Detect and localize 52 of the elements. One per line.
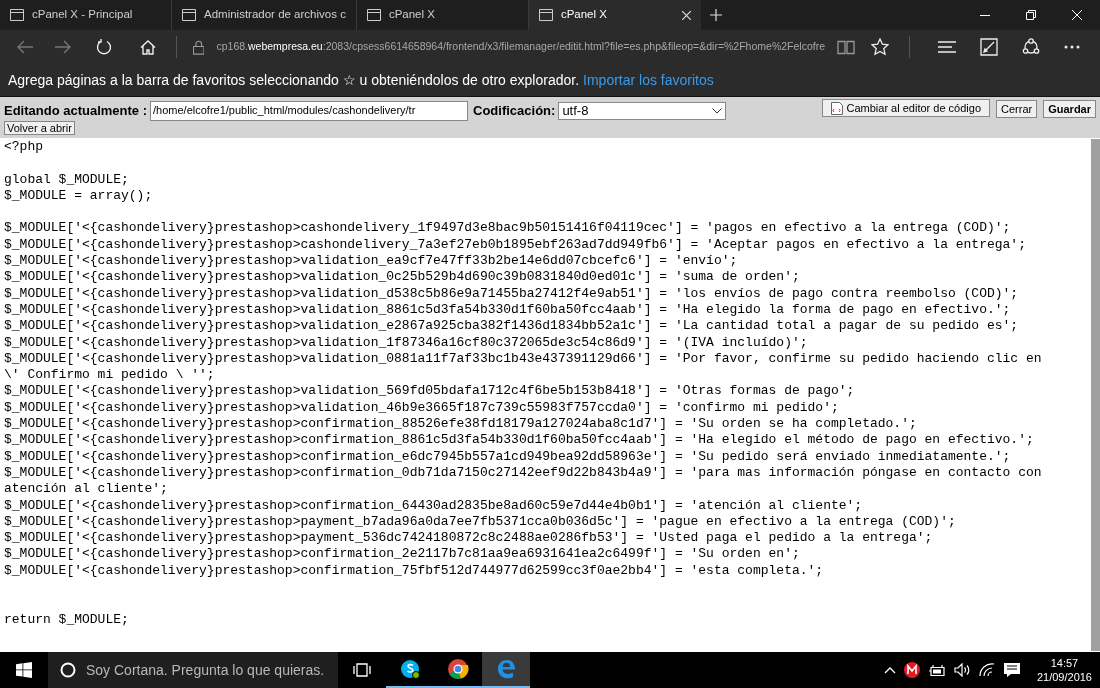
lock-icon (193, 39, 205, 55)
back-arrow-icon (17, 40, 33, 54)
task-view-icon (353, 663, 371, 677)
page-icon (182, 9, 196, 21)
taskbar-app-button[interactable] (482, 652, 530, 688)
clock-date[interactable]: 21/09/2016 (1036, 670, 1092, 684)
scrollbar[interactable] (1091, 139, 1100, 651)
close-editor-button[interactable]: Cerrar (996, 100, 1038, 118)
code-text-area[interactable]: <?php global $_MODULE; $_MODULE = array(); $_MODULE['<{cashondelivery}prestashop>cashondelivery_1f9497d3e8bac9b50151416f04119cec'] = 'pagos en efectivo a la entrega (COD)'; $_MODULE['<{cashondelivery}prestashop>cashondelivery_7a3ef27eb0b1895ebf263ad7dd949fb6'] = 'Aceptar pagos en efectivo a la entrega'; $_MODULE['<{cashondelivery}prestashop>validation_ea9cf7e47ff33b2be14e6dd07cbcefc6'] = 'envío'; $_MODULE['<{cashondelivery}prestashop>validation_0c25b529b4d690c39b0831840d0ed01c'] = 'suma de orden'; $_MODULE['<{cashondelivery}prestashop>validation_d538c5b86e9a71455ba27412f4e9ab51'] = 'los envíos de pago contra reembolso (COD)'; $_MODULE['<{cashondelivery}prestashop>validation_8861c5d3fa54b330d1f60ba50fcc4aab'] = 'Ha elegido la forma de pago en efectivo.'; $_MODULE['<{cashondelivery}prestashop>validation_e2867a925cba382f1436d1834bb52a1c'] = 'La cantidad total a pagar de su pedido es'; $_MODULE['<{cashondelivery}prestashop>validation_1f87346a16cf80c372065de3c54c86d9'] = '(IVA incluído)'; $_MODULE['<{cashondelivery}prestashop>validation_0881a11f7af33bc1b43e437391129d66'] = 'Por favor, confirme su pedido haciendo clic en \' Confirmo mi pedido \ ''; $_MODULE['<{cashondelivery}prestashop>validation_569fd05bdafa1712c4f6be5b153b8418'] = 'Otras formas de pago'; $_MODULE['<{cashondelivery}prestashop>validation_46b9e3665f187c739c55983f757ccda0'] = 'confirmo mi pedido'; $_MODULE['<{cashondelivery}prestashop>confirmation_88526efe38fd18179a127024aba8c1d7'] = 'Su orden se ha completado.'; $_MODULE['<{cashondelivery}prestashop>confirmation_8861c5d3fa54b330d1f60ba50fcc4aab'] = 'Ha elegido el método de pago en efectivo.'; $_MODULE['<{cashondelivery}prestashop>confirmation_e6dc7945b557a1cd949bea92dd58963e'] = 'Su pedido será enviado inmediatamente.'; $_MODULE['<{cashondelivery}prestashop>confirmation_0db71da7150c27142eef9d22b843b4a9'] = 'para mas información póngase en contacto con atención al cliente'; $_MODULE['<{cashondelivery}prestashop>confirmation_64430ad2835be8ad60c59e7d44e4b0b1'] = 'atención al cliente'; $_MODULE['<{cashondelivery}prestashop>payment_b7ada96a0da7ee7fb5371cca0b036d5c'] = 'pague en efectivo a la entrega (COD)'; $_MODULE['<{cashondelivery}prestashop>payment_536dc7424180872c8c2488ae0286fb53'] = 'Usted paga el pedido a la entrega'; $_MODULE['<{cashondelivery}prestashop>confirmation_2e2117b7c81aa9ea6931641ea2c6499f'] = 'Su orden en'; $_MODULE['<{cashondelivery}prestashop>confirmation_75fbf512d744977d62599cc3f0ae2bb4'] = 'esta completa.'; return $_MODULE; (0, 138, 1091, 652)
web-note-icon[interactable] (980, 38, 998, 56)
minimize-icon (980, 14, 990, 16)
star-icon[interactable] (871, 38, 889, 56)
cortana-icon (60, 662, 76, 678)
caret-icon (712, 107, 723, 114)
windows-logo-icon (16, 662, 32, 678)
skype-icon (399, 658, 421, 680)
import-favorites-link[interactable]: Importar los favoritos (583, 69, 714, 91)
restore-icon (1026, 10, 1036, 20)
cortana-search-field[interactable]: Soy Cortana. Pregunta lo que quieras. (48, 652, 338, 688)
close-icon (1072, 10, 1082, 20)
battery-icon[interactable] (927, 664, 946, 676)
more-icon[interactable] (1064, 45, 1080, 49)
home-icon (140, 39, 156, 55)
hub-icon[interactable] (938, 41, 956, 53)
path-field[interactable]: /home/elcofre1/public_html/modules/cashondelivery/tr (150, 100, 469, 121)
refresh-icon (96, 39, 112, 55)
url-text: cp168.webempresa.eu:2083/cpsess6614658964/frontend/x3/filemanager/editit.html?file=es.php&fileop=&dir=%2Fhome%2Felcofre (216, 39, 825, 55)
favorites-bar-message: Agrega páginas a la barra de favoritos seleccionando ☆ u obteniéndolos de otro explorador. (8, 70, 580, 90)
editing-label: Editando actualmente : (4, 101, 148, 120)
page-icon (538, 9, 553, 21)
plus-icon (709, 9, 722, 21)
notification-icon[interactable] (1002, 662, 1021, 678)
encoding-label: Codificación: (473, 101, 556, 120)
volume-icon[interactable] (953, 663, 971, 677)
switch-editor-button[interactable]: Cambiar al editor de código (821, 99, 991, 117)
save-button[interactable]: Guardar (1043, 100, 1096, 118)
tray-app-icon[interactable] (903, 662, 920, 678)
browser-tab[interactable]: cPanel X (528, 0, 701, 30)
chrome-icon (447, 658, 469, 680)
chevron-up-icon[interactable] (883, 666, 896, 674)
clock-time[interactable]: 14:57 (1050, 656, 1079, 670)
page-icon (366, 9, 381, 21)
wifi-icon[interactable] (978, 663, 995, 677)
forward-arrow-icon (55, 40, 71, 54)
page-icon (10, 9, 24, 21)
encoding-select[interactable]: utf-8 (558, 101, 727, 120)
edge-icon (495, 658, 517, 680)
share-icon[interactable] (1022, 38, 1040, 56)
code-file-icon (830, 101, 843, 115)
reading-view-icon[interactable] (837, 39, 855, 55)
reopen-button[interactable]: Volver a abrir (4, 121, 75, 135)
close-tab-icon[interactable] (681, 10, 691, 20)
